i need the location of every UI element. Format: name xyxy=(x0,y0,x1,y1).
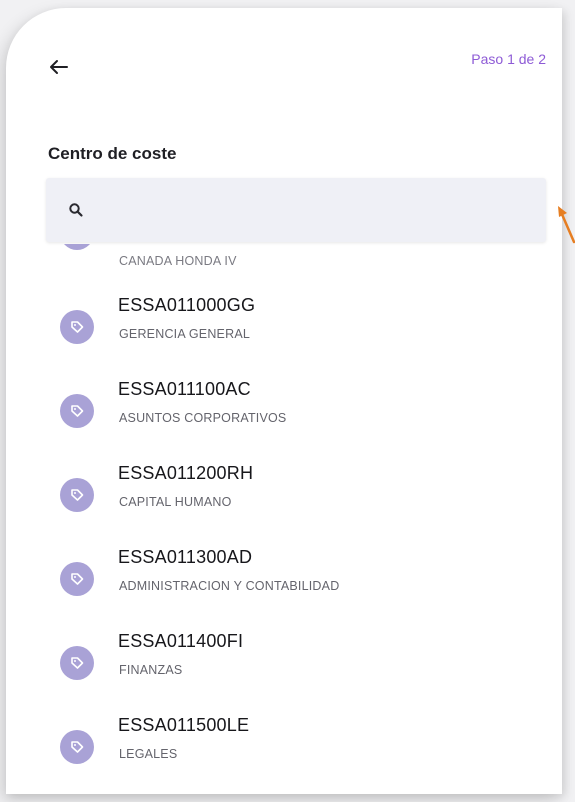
list-item[interactable]: ESSA011300AD ADMINISTRACION Y CONTABILID… xyxy=(6,540,562,620)
search-box[interactable] xyxy=(46,178,546,244)
item-code: ESSA011200RH xyxy=(118,463,254,483)
item-description: LEGALES xyxy=(119,747,178,761)
item-code: ESSA011300AD xyxy=(118,547,253,567)
item-description: ASUNTOS CORPORATIVOS xyxy=(119,411,287,425)
tag-icon xyxy=(60,730,94,764)
item-code: ESSA011100AC xyxy=(118,379,251,399)
list-item[interactable]: ESSA011100AC ASUNTOS CORPORATIVOS xyxy=(6,372,562,452)
pointer-arrow-icon xyxy=(558,206,575,244)
tag-icon xyxy=(60,244,94,250)
item-description: CANADA HONDA IV xyxy=(119,254,237,268)
item-code: ESSA011000GG xyxy=(118,295,256,315)
back-button[interactable] xyxy=(42,50,76,84)
tag-icon xyxy=(60,646,94,680)
item-description: ADMINISTRACION Y CONTABILIDAD xyxy=(119,579,340,593)
item-description: GERENCIA GENERAL xyxy=(119,327,251,341)
tag-icon xyxy=(60,562,94,596)
list-item[interactable]: ESSA011500LE LEGALES xyxy=(6,708,562,788)
cost-center-panel: Paso 1 de 2 Centro de coste CANADA HONDA… xyxy=(6,8,562,794)
page-title: Centro de coste xyxy=(48,144,177,163)
top-bar: Paso 1 de 2 xyxy=(6,8,562,118)
arrow-left-icon xyxy=(50,60,68,74)
list-item[interactable]: ESSA011000GG GERENCIA GENERAL xyxy=(6,288,562,368)
tag-icon xyxy=(60,478,94,512)
tag-icon xyxy=(60,394,94,428)
list-item[interactable]: ESSA011400FI FINANZAS xyxy=(6,624,562,704)
search-icon xyxy=(69,203,83,217)
tag-icon xyxy=(60,310,94,344)
cost-center-list: CANADA HONDA IV ESSA011000GG GERENCIA GE… xyxy=(6,244,562,794)
list-item[interactable]: ESSA011200RH CAPITAL HUMANO xyxy=(6,456,562,536)
item-code: ESSA011400FI xyxy=(118,631,244,651)
item-description: FINANZAS xyxy=(119,663,183,677)
step-indicator: Paso 1 de 2 xyxy=(471,51,546,67)
item-code: ESSA011500LE xyxy=(118,715,250,735)
item-description: CAPITAL HUMANO xyxy=(119,495,232,509)
search-input[interactable] xyxy=(98,178,534,244)
